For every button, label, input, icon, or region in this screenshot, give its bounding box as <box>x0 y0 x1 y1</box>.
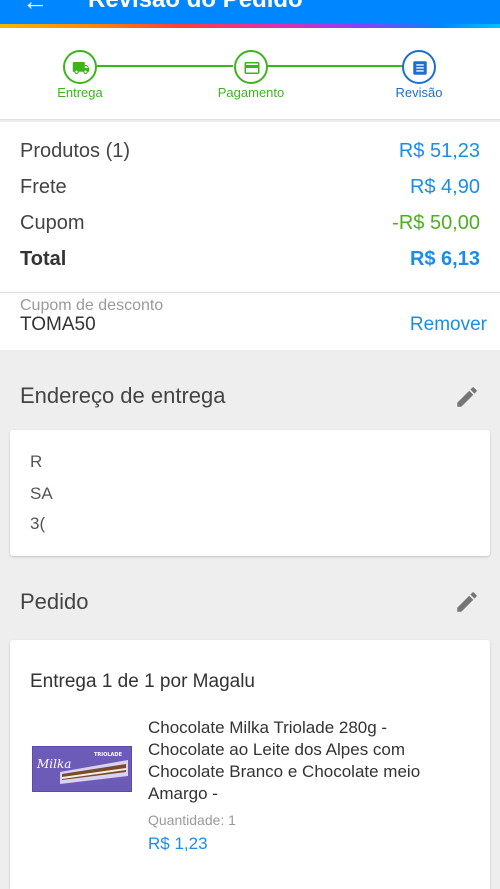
product-price: R$ 1,23 <box>148 834 208 853</box>
step-circle <box>234 50 268 84</box>
total-label: Total <box>20 248 67 270</box>
step-label: Pagamento <box>217 85 285 100</box>
product-image[interactable]: Milka TRIOLADE <box>32 746 132 792</box>
coupon-discount-value: -R$ 50,00 <box>392 212 480 234</box>
edit-address-icon[interactable] <box>454 384 480 410</box>
step-label: Revisão <box>395 85 443 100</box>
address-line: 3( <box>30 514 46 533</box>
products-label: Produtos (1) <box>20 140 131 162</box>
checkout-stepper: Entrega Pagamento Revisão <box>0 28 500 120</box>
stepper-line-2 <box>267 65 403 67</box>
address-section-title: Endereço de entrega <box>20 383 226 408</box>
product-brand: Milka <box>36 757 71 771</box>
shipping-value: R$ 4,90 <box>409 176 480 198</box>
summary-row-shipping: Frete R$ 4,90 <box>20 176 480 206</box>
stepper-line-1 <box>97 65 233 67</box>
edit-order-icon[interactable] <box>454 589 480 615</box>
product-variant: TRIOLADE <box>94 752 123 758</box>
shipping-label: Frete <box>20 176 67 198</box>
step-circle <box>63 50 97 84</box>
product-quantity: Quantidade: 1 <box>148 812 236 828</box>
product-name[interactable]: Chocolate Milka Triolade 280g - Chocolat… <box>148 717 468 805</box>
order-summary: Produtos (1) R$ 51,23 Frete R$ 4,90 Cupo… <box>0 122 500 292</box>
step-circle <box>402 50 436 84</box>
remove-coupon-button[interactable]: Remover <box>410 314 487 336</box>
address-line: R <box>30 452 43 471</box>
list-icon <box>413 61 427 75</box>
summary-row-products: Produtos (1) R$ 51,23 <box>20 140 480 170</box>
app-bar: ← Revisão do Pedido <box>0 0 500 24</box>
truck-icon <box>72 62 90 74</box>
step-label: Entrega <box>57 85 103 100</box>
order-card: Entrega 1 de 1 por Magalu Milka TRIOLADE… <box>10 640 490 889</box>
app-bar-title: Revisão do Pedido <box>88 0 303 14</box>
order-section-title: Pedido <box>20 589 89 614</box>
coupon-label: Cupom <box>20 212 85 234</box>
card-icon <box>244 62 260 74</box>
delivery-title: Entrega 1 de 1 por Magalu <box>30 671 255 692</box>
coupon-code: TOMA50 <box>20 314 96 335</box>
address-card[interactable]: R SA 3( <box>10 430 490 556</box>
coupon-field-label: Cupom de desconto <box>20 297 164 314</box>
arrow-back-icon[interactable]: ← <box>22 0 48 14</box>
summary-row-coupon: Cupom -R$ 50,00 <box>20 212 480 242</box>
products-value: R$ 51,23 <box>398 140 480 162</box>
coupon-box: Cupom de desconto TOMA50 Remover <box>0 292 500 350</box>
address-line: SA <box>30 484 53 503</box>
summary-row-total: Total R$ 6,13 <box>20 248 480 278</box>
total-value: R$ 6,13 <box>409 248 480 270</box>
